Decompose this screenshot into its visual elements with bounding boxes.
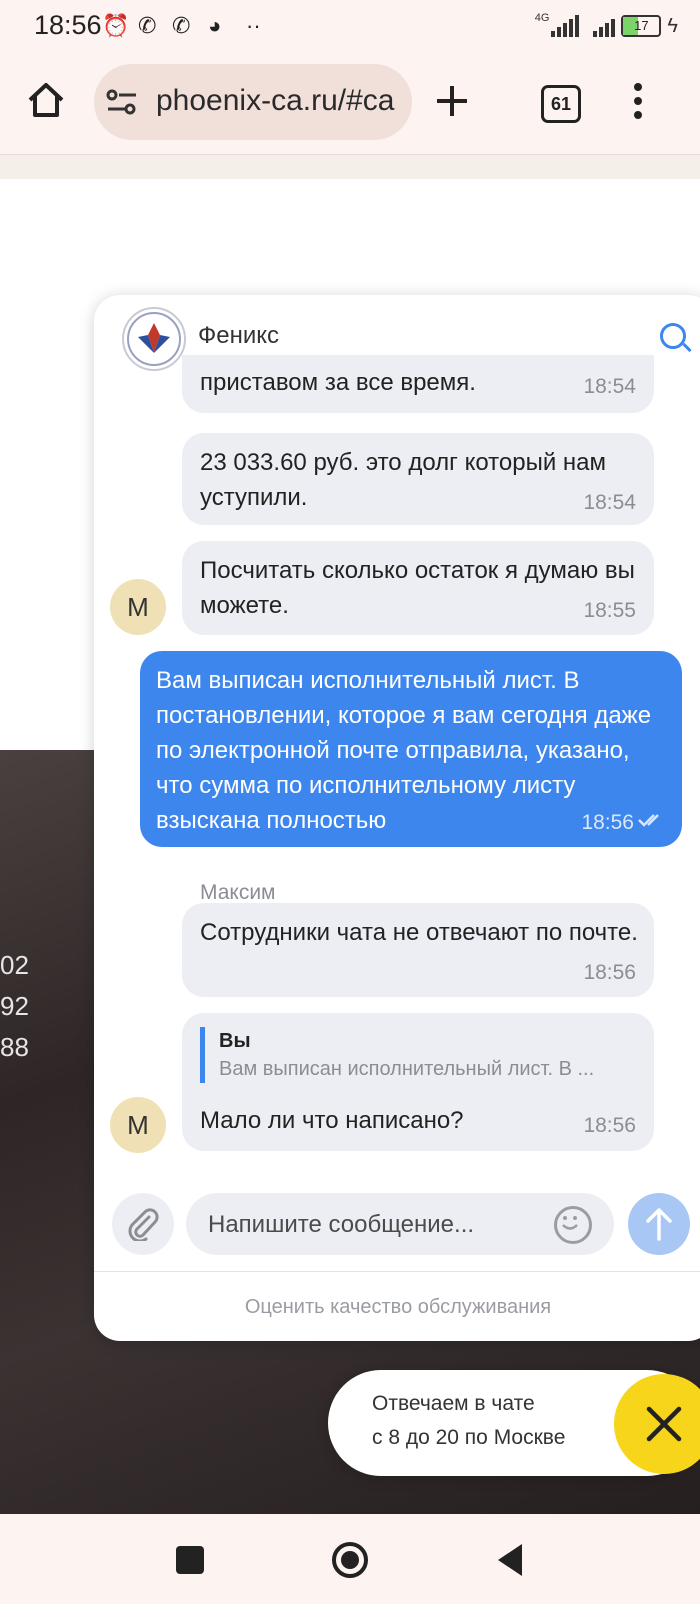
arrow-up-icon: [646, 1208, 672, 1241]
background-number: 88: [0, 1032, 29, 1062]
quote-author: Вы: [219, 1030, 251, 1052]
hours-line-1: Отвечаем в чате: [372, 1392, 535, 1415]
company-logo: [122, 307, 186, 371]
message-bubble-incoming: Сотрудники чата не отвечают по почте. 18…: [182, 903, 654, 997]
read-checkmarks-icon: [638, 814, 659, 827]
avatar: М: [110, 579, 166, 635]
status-right-cluster: 4G 17 ϟ: [535, 12, 678, 40]
home-button[interactable]: [330, 1540, 370, 1580]
message-time: 18:54: [583, 491, 636, 514]
more-notifications-icon: ··: [246, 13, 261, 38]
page-header-strip: [0, 154, 700, 179]
message-bubble-incoming: Посчитать сколько остаток я думаю вы мож…: [182, 541, 654, 635]
status-time: 18:56: [34, 10, 102, 40]
message-text: приставом за все время.: [200, 369, 476, 396]
message-bubble-incoming: приставом за все время. 18:54: [182, 355, 654, 413]
alarm-icon: ⏰: [102, 13, 130, 38]
search-icon[interactable]: [660, 323, 686, 349]
close-icon: [646, 1406, 682, 1442]
message-time: 18:56: [583, 1114, 636, 1137]
chat-title: Феникс: [198, 322, 280, 349]
message-time: 18:55: [583, 599, 636, 622]
app-icon: ◕: [208, 13, 222, 38]
signal-icon-2: [593, 15, 616, 37]
viber-icon: ✆: [138, 13, 157, 38]
message-input[interactable]: [206, 1193, 550, 1257]
message-text: Посчитать сколько остаток я думаю вы мож…: [200, 557, 635, 619]
message-time: 18:54: [583, 375, 636, 398]
charging-icon: ϟ: [667, 14, 678, 37]
rate-service-link[interactable]: Оценить качество обслуживания: [94, 1271, 700, 1341]
signal-icon: [551, 15, 580, 37]
battery-icon: 17: [621, 15, 662, 37]
message-text: Мало ли что написано?: [200, 1107, 464, 1134]
send-button[interactable]: [628, 1193, 690, 1255]
message-text: Сотрудники чата не отвечают по почте.: [200, 919, 638, 946]
network-type: 4G: [534, 12, 550, 24]
back-button[interactable]: [494, 1542, 524, 1578]
paperclip-icon: [128, 1208, 159, 1241]
tab-switcher-button[interactable]: 61: [541, 85, 581, 123]
quote-text: Вам выписан исполнительный лист. В ...: [219, 1058, 595, 1080]
emoji-icon[interactable]: [554, 1206, 592, 1244]
background-number: 02: [0, 950, 29, 980]
message-input-box[interactable]: [186, 1193, 614, 1257]
recents-button[interactable]: [176, 1546, 204, 1574]
quoted-message[interactable]: Вы Вам выписан исполнительный лист. В ..…: [200, 1027, 639, 1083]
site-settings-icon[interactable]: [106, 88, 138, 116]
background-number: 92: [0, 991, 29, 1021]
attach-button[interactable]: [112, 1193, 174, 1255]
home-icon[interactable]: [26, 80, 66, 120]
message-bubble-incoming: 23 033.60 руб. это долг который нам усту…: [182, 433, 654, 525]
message-bubble-incoming: Вы Вам выписан исполнительный лист. В ..…: [182, 1013, 654, 1151]
chat-widget: Феникс приставом за все время. 18:54 23 …: [94, 295, 700, 1341]
message-time: 18:56: [581, 811, 634, 834]
whatsapp-icon: ✆: [172, 13, 191, 38]
new-tab-icon[interactable]: [434, 83, 470, 119]
url-text[interactable]: phoenix-ca.ru/#ca: [156, 84, 400, 118]
sender-name: Максим: [200, 881, 276, 904]
menu-icon[interactable]: [630, 82, 646, 120]
message-text: 23 033.60 руб. это долг который нам усту…: [200, 449, 607, 511]
avatar: М: [110, 1097, 166, 1153]
hours-line-2: с 8 до 20 по Москве: [372, 1426, 566, 1449]
message-bubble-outgoing: Вам выписан исполнительный лист. В поста…: [140, 651, 682, 847]
message-time: 18:56: [583, 961, 636, 984]
